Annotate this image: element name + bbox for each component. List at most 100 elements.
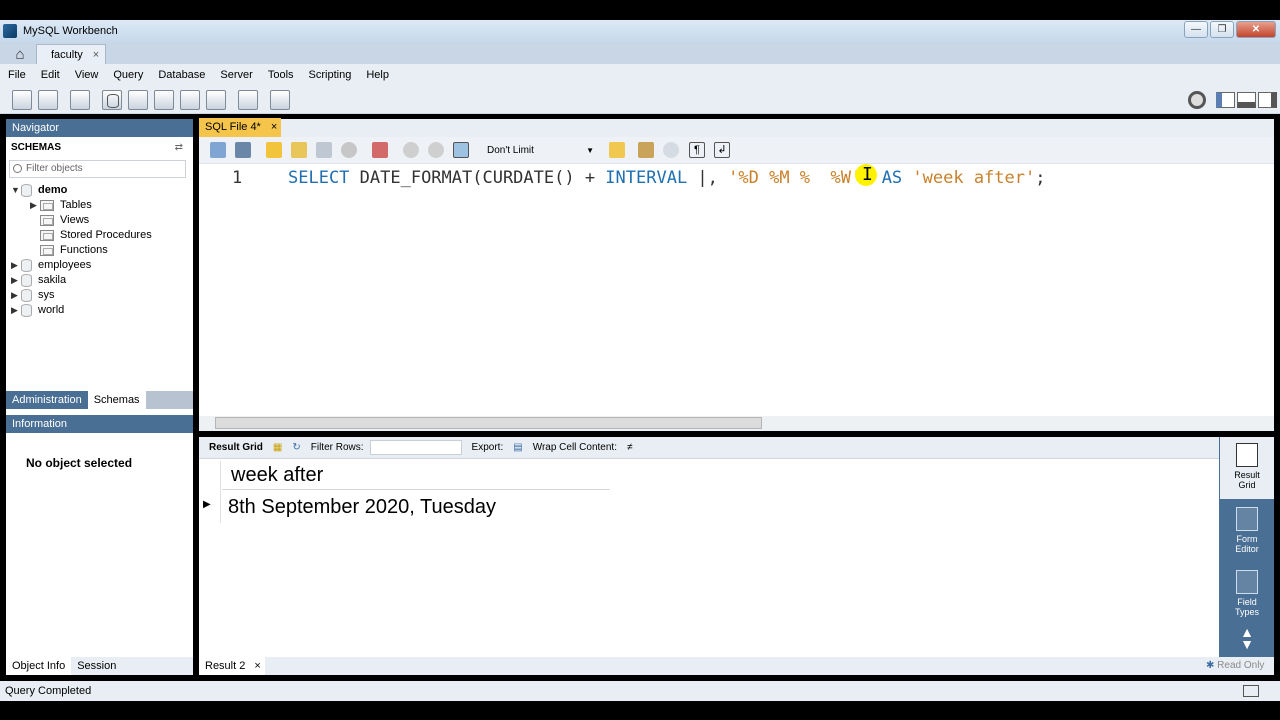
field-types-button[interactable]: Field Types: [1220, 568, 1274, 620]
execute-current-statement-icon[interactable]: [291, 142, 307, 158]
settings-gear-icon[interactable]: [1188, 91, 1206, 109]
toggle-secondary-sidebar-icon[interactable]: [1258, 92, 1277, 108]
tree-item-views[interactable]: Views: [40, 213, 89, 228]
result-grid-button[interactable]: Result Grid: [1220, 437, 1274, 499]
result-tab[interactable]: Result 2 ×: [199, 657, 265, 675]
table-cell[interactable]: 8th September 2020, Tuesday: [228, 494, 496, 520]
maximize-icon[interactable]: ❐: [1210, 21, 1234, 38]
new-sql-tab-icon[interactable]: [12, 90, 32, 110]
tree-item-stored-procedures[interactable]: Stored Procedures: [40, 228, 152, 243]
open-file-icon[interactable]: [210, 142, 226, 158]
create-view-icon[interactable]: [154, 90, 174, 110]
window-title: MySQL Workbench: [23, 25, 118, 37]
schema-label: world: [38, 304, 65, 316]
close-tab-icon[interactable]: ×: [93, 49, 99, 61]
filter-objects-input[interactable]: Filter objects: [9, 160, 186, 178]
menu-file[interactable]: File: [8, 69, 26, 81]
tree-item-label: Views: [60, 214, 90, 226]
form-editor-button[interactable]: Form Editor: [1220, 505, 1274, 563]
invisible-chars-icon[interactable]: ¶: [689, 142, 705, 158]
sql-text: |,: [687, 168, 729, 188]
minimize-icon[interactable]: —: [1184, 21, 1208, 38]
create-schema-icon[interactable]: [102, 90, 122, 110]
create-table-icon[interactable]: [128, 90, 148, 110]
limit-rows-select[interactable]: Don't Limit ▼: [483, 142, 598, 159]
menu-edit[interactable]: Edit: [41, 69, 60, 81]
tab-session[interactable]: Session: [71, 657, 122, 675]
expand-arrow-icon[interactable]: ▶: [11, 273, 21, 288]
schema-demo[interactable]: ▼ demo: [11, 183, 67, 198]
close-tab-icon[interactable]: ×: [271, 118, 277, 137]
tab-object-info[interactable]: Object Info: [6, 657, 72, 675]
sql-editor-area: [199, 119, 1274, 419]
rollback-icon[interactable]: [428, 142, 444, 158]
tab-schemas[interactable]: Schemas: [87, 391, 146, 409]
refresh-schemas-icon[interactable]: ⇄: [175, 137, 183, 158]
side-button-label: Result: [1234, 470, 1260, 480]
schema-label: sys: [38, 289, 55, 301]
schema-sakila[interactable]: ▶ sakila: [11, 273, 66, 288]
home-icon[interactable]: ⌂: [6, 44, 34, 64]
tab-administration[interactable]: Administration: [6, 391, 88, 409]
close-tab-icon[interactable]: ×: [254, 657, 260, 675]
add-snippet-star-icon[interactable]: [609, 142, 625, 158]
sql-code-line[interactable]: SELECT DATE_FORMAT(CURDATE() + INTERVAL …: [288, 168, 1045, 188]
stop-icon[interactable]: [341, 142, 357, 158]
menu-help[interactable]: Help: [366, 69, 389, 81]
schema-world[interactable]: ▶ world: [11, 303, 64, 318]
menu-view[interactable]: View: [75, 69, 99, 81]
commit-icon[interactable]: [403, 142, 419, 158]
tree-item-tables[interactable]: ▶ Tables: [30, 198, 92, 213]
sql-file-tab[interactable]: SQL File 4* ×: [199, 118, 281, 137]
open-sql-script-icon[interactable]: [38, 90, 58, 110]
connection-tab[interactable]: faculty ×: [36, 44, 106, 64]
menu-tools[interactable]: Tools: [268, 69, 294, 81]
expand-arrow-icon[interactable]: ▶: [30, 198, 40, 213]
toggle-sidebar-icon[interactable]: [1216, 92, 1235, 108]
expand-arrow-icon[interactable]: ▶: [11, 303, 21, 318]
close-window-icon[interactable]: ✕: [1236, 21, 1276, 38]
output-panel-icon[interactable]: [1243, 685, 1259, 697]
filter-rows-input[interactable]: [369, 440, 462, 455]
reconnect-icon[interactable]: [270, 90, 290, 110]
beautify-broom-icon[interactable]: [638, 142, 654, 158]
execute-lightning-icon[interactable]: [266, 142, 282, 158]
inspector-icon[interactable]: [70, 90, 90, 110]
save-icon[interactable]: [235, 142, 251, 158]
toggle-error-icon[interactable]: [372, 142, 388, 158]
wrap-cell-icon[interactable]: ≠: [627, 442, 633, 453]
scroll-chevrons-icon[interactable]: ▲ ▼: [1220, 625, 1274, 651]
expand-arrow-icon[interactable]: ▶: [11, 258, 21, 273]
autocommit-icon[interactable]: [453, 142, 469, 158]
menu-server[interactable]: Server: [220, 69, 252, 81]
column-header[interactable]: week after: [222, 461, 610, 490]
information-tabs: Object Info Session: [6, 657, 193, 675]
create-procedure-icon[interactable]: [180, 90, 200, 110]
refresh-icon[interactable]: ↻: [292, 442, 300, 453]
expand-arrow-icon[interactable]: ▶: [11, 288, 21, 303]
scrollbar-thumb[interactable]: [215, 417, 762, 429]
schema-sys[interactable]: ▶ sys: [11, 288, 55, 303]
schema-employees[interactable]: ▶ employees: [11, 258, 91, 273]
find-icon[interactable]: [663, 142, 679, 158]
schemas-header: SCHEMAS ⇄: [6, 137, 193, 158]
grid-view-icon[interactable]: ▦: [273, 442, 282, 453]
export-icon[interactable]: ▤: [513, 442, 522, 453]
explain-icon[interactable]: [316, 142, 332, 158]
filter-placeholder: Filter objects: [26, 163, 83, 174]
information-header: Information: [6, 415, 193, 433]
horizontal-scrollbar[interactable]: [199, 416, 1274, 431]
read-only-indicator: ✱ Read Only: [1206, 660, 1264, 671]
collapse-arrow-icon[interactable]: ▼: [11, 183, 21, 198]
schema-label: demo: [38, 184, 68, 196]
menu-database[interactable]: Database: [158, 69, 205, 81]
database-icon: [21, 304, 32, 317]
word-wrap-icon[interactable]: ↲: [714, 142, 730, 158]
menu-scripting[interactable]: Scripting: [309, 69, 352, 81]
menu-query[interactable]: Query: [113, 69, 143, 81]
limit-rows-value: Don't Limit: [487, 145, 534, 156]
create-function-icon[interactable]: [206, 90, 226, 110]
search-table-data-icon[interactable]: [238, 90, 258, 110]
tree-item-functions[interactable]: Functions: [40, 243, 108, 258]
toggle-output-icon[interactable]: [1237, 92, 1256, 108]
